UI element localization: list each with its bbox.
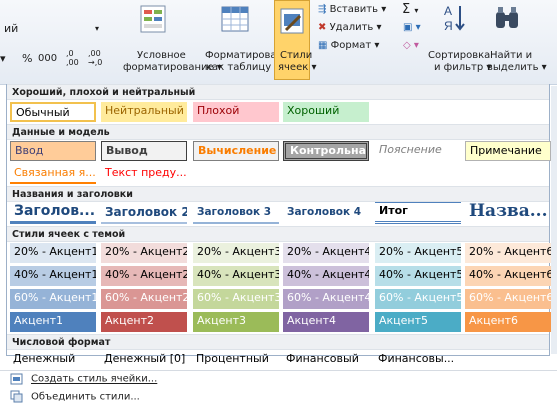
style-20-accent4[interactable]: 20% - Акцент4 [283, 243, 369, 263]
style-heading-1[interactable]: Заголов... [10, 202, 96, 224]
style-bad[interactable]: Плохой [193, 102, 279, 122]
style-60-accent4[interactable]: 60% - Акцент4 [283, 289, 369, 309]
autosum-button[interactable]: Σ ▾ [402, 2, 418, 17]
style-accent4[interactable]: Акцент4 [283, 312, 369, 332]
style-20-accent3[interactable]: 20% - Акцент3 [193, 243, 279, 263]
style-60-accent3[interactable]: 60% - Акцент3 [193, 289, 279, 309]
style-accent6[interactable]: Акцент6 [465, 312, 551, 332]
style-40-accent6[interactable]: 40% - Акцент6 [465, 266, 551, 286]
style-currency[interactable]: Денежный [9, 350, 95, 370]
style-accent3[interactable]: Акцент3 [193, 312, 279, 332]
fill-icon: ▣ [403, 22, 413, 33]
style-40-accent3[interactable]: 40% - Акцент3 [193, 266, 279, 286]
font-name-field[interactable]: ий [4, 22, 18, 35]
insert-button[interactable]: ⇶ Вставить ▾ [318, 4, 386, 15]
style-60-accent2[interactable]: 60% - Акцент2 [101, 289, 187, 309]
style-check-cell[interactable]: Контрольна... [283, 141, 369, 161]
sort-filter-label-2[interactable]: и фильтр ▾ [434, 62, 491, 73]
style-explanatory[interactable]: Пояснение [375, 141, 461, 161]
style-heading-2[interactable]: Заголовок 2 [101, 202, 187, 224]
style-linked-cell[interactable]: Связанная я... [10, 164, 96, 184]
delete-button[interactable]: ✖ Удалить ▾ [318, 22, 382, 33]
style-40-accent4[interactable]: 40% - Акцент4 [283, 266, 369, 286]
style-comma-0[interactable]: Финансовы... [374, 350, 460, 370]
style-calculation[interactable]: Вычисление [193, 141, 279, 161]
style-accent2[interactable]: Акцент2 [101, 312, 187, 332]
style-note[interactable]: Примечание [465, 141, 551, 161]
gallery-scrollbar[interactable] [551, 86, 557, 354]
style-60-accent5[interactable]: 60% - Акцент5 [375, 289, 461, 309]
cell-styles-label-2: ячеек ▾ [278, 62, 317, 73]
conditional-formatting-icon[interactable] [138, 4, 168, 34]
fill-button[interactable]: ▣ ▾ [403, 22, 421, 33]
find-select-label[interactable]: Найти и [490, 50, 532, 61]
eraser-icon: ◇ [403, 40, 411, 51]
style-currency-0[interactable]: Денежный [0] [100, 350, 186, 370]
section-header: Стили ячеек с темой [7, 226, 549, 242]
delete-icon: ✖ [318, 22, 327, 33]
style-good[interactable]: Хороший [283, 102, 369, 122]
style-title[interactable]: Назва... [465, 199, 551, 224]
thousands-button[interactable]: 000 [38, 53, 57, 64]
format-as-table-icon[interactable] [220, 4, 250, 34]
sigma-icon: Σ [402, 2, 411, 17]
style-input[interactable]: Ввод [10, 141, 96, 161]
menu-divider [0, 370, 557, 371]
style-neutral[interactable]: Нейтральный [101, 102, 187, 122]
style-normal[interactable]: Обычный [10, 102, 96, 122]
format-icon: ▦ [318, 40, 328, 51]
style-60-accent6[interactable]: 60% - Акцент6 [465, 289, 551, 309]
style-40-accent1[interactable]: 40% - Акцент1 [10, 266, 96, 286]
style-20-accent6[interactable]: 20% - Акцент6 [465, 243, 551, 263]
percent-button[interactable]: % [22, 52, 32, 65]
insert-icon: ⇶ [318, 4, 327, 15]
style-output[interactable]: Вывод [101, 141, 187, 161]
style-comma[interactable]: Финансовый [282, 350, 368, 370]
sort-filter-icon[interactable]: АЯ [440, 2, 468, 34]
merge-styles-icon [10, 390, 23, 403]
style-percent[interactable]: Процентный [192, 350, 278, 370]
style-20-accent5[interactable]: 20% - Акцент5 [375, 243, 461, 263]
find-select-label-2[interactable]: выделить ▾ [487, 62, 547, 73]
create-cell-style-item[interactable]: Создать стиль ячейки... [10, 372, 157, 390]
dropdown-arrow-icon[interactable]: ▾ [95, 24, 99, 33]
sort-filter-label[interactable]: Сортировка [428, 50, 490, 61]
binoculars-icon[interactable] [493, 4, 521, 32]
merge-styles-item[interactable]: Объединить стили... [10, 390, 140, 408]
style-40-accent5[interactable]: 40% - Акцент5 [375, 266, 461, 286]
format-button[interactable]: ▦ Формат ▾ [318, 40, 379, 51]
style-60-accent1[interactable]: 60% - Акцент1 [10, 289, 96, 309]
ribbon: ий ▾ ▾ % 000 ,0,00 ,00 →,0 Условное форма… [0, 0, 557, 85]
conditional-formatting-label[interactable]: Условное [137, 50, 186, 61]
cell-styles-icon [278, 6, 306, 36]
style-warning-text[interactable]: Текст преду... [101, 164, 187, 184]
style-40-accent2[interactable]: 40% - Акцент2 [101, 266, 187, 286]
section-header: Хороший, плохой и нейтральный [7, 84, 549, 100]
section-header: Данные и модель [7, 124, 549, 140]
style-heading-3[interactable]: Заголовок 3 [193, 202, 279, 224]
style-heading-4[interactable]: Заголовок 4 [283, 202, 369, 224]
number-format-dropdown-icon[interactable]: ▾ [0, 52, 6, 65]
svg-text:А: А [444, 4, 452, 18]
cell-styles-gallery: Хороший, плохой и нейтральный Обычный Не… [6, 84, 551, 356]
new-style-icon [10, 372, 23, 385]
increase-decimal-button[interactable]: ,0,00 [66, 49, 79, 67]
svg-text:Я: Я [444, 19, 453, 33]
format-as-table-label-2[interactable]: как таблицу ▾ [206, 62, 279, 73]
section-header: Числовой формат [7, 334, 549, 350]
style-accent5[interactable]: Акцент5 [375, 312, 461, 332]
style-accent1[interactable]: Акцент1 [10, 312, 96, 332]
style-total[interactable]: Итог [375, 202, 461, 224]
style-20-accent2[interactable]: 20% - Акцент2 [101, 243, 187, 263]
style-20-accent1[interactable]: 20% - Акцент1 [10, 243, 96, 263]
cell-styles-label: Стили [280, 50, 313, 61]
decrease-decimal-button[interactable]: ,00 →,0 [88, 49, 102, 67]
clear-button[interactable]: ◇ ▾ [403, 40, 419, 51]
